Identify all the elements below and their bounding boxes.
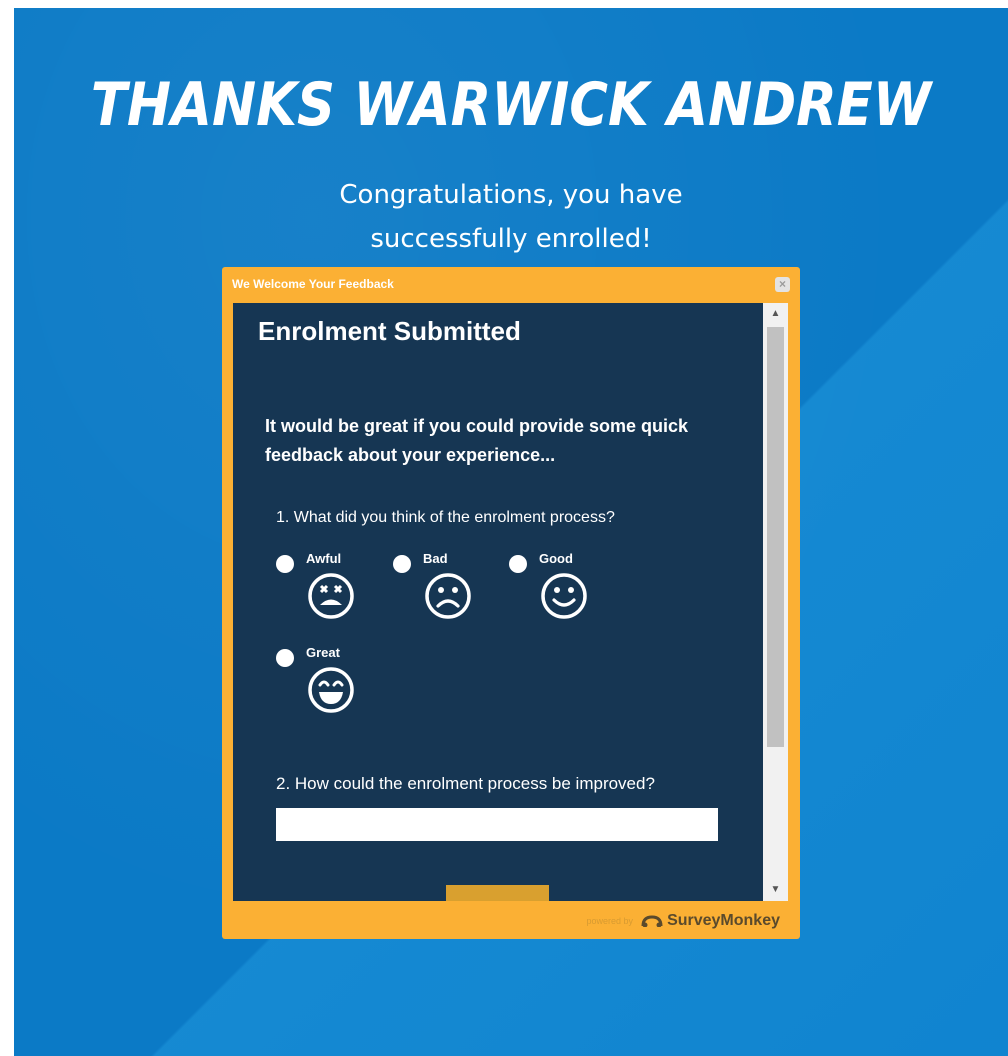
page-subtitle: Congratulations, you have successfully e… (14, 173, 1008, 261)
scroll-up-arrow-icon[interactable]: ▲ (763, 303, 788, 325)
option-great-label: Great (306, 645, 340, 660)
close-icon[interactable]: × (775, 277, 790, 292)
intro-text: It would be great if you could provide s… (265, 416, 689, 465)
question-1-label: 1. What did you think of the enrolment p… (276, 509, 615, 526)
page-background: THANKS WARWICK ANDREW Congratulations, y… (14, 8, 1008, 1056)
subtitle-line-1: Congratulations, you have (339, 180, 683, 210)
radio-bad[interactable] (393, 555, 411, 573)
radio-good[interactable] (509, 555, 527, 573)
laughing-face-icon[interactable] (306, 665, 356, 715)
feedback-widget: We Welcome Your Feedback × Enrolment Sub… (222, 267, 800, 939)
panel-title: Enrolment Submitted (258, 316, 521, 346)
powered-by-text: powered by (586, 916, 634, 926)
scroll-down-arrow-icon[interactable]: ▼ (763, 879, 788, 901)
sad-face-icon[interactable] (423, 571, 473, 621)
question-2-label: 2. How could the enrolment process be im… (276, 774, 655, 793)
dizzy-face-icon[interactable] (306, 571, 356, 621)
survey-panel: Enrolment Submitted It would be great if… (233, 303, 788, 901)
radio-awful[interactable] (276, 555, 294, 573)
surveymonkey-brand: SurveyMonkey (667, 912, 780, 929)
subtitle-line-2: successfully enrolled! (370, 224, 652, 254)
scroll-thumb[interactable] (767, 327, 784, 747)
improvement-input[interactable] (276, 808, 718, 841)
option-good-label: Good (539, 551, 573, 566)
smile-face-icon[interactable] (539, 571, 589, 621)
widget-footer: powered by SurveyMonkey (587, 910, 780, 932)
surveymonkey-icon (641, 915, 663, 927)
widget-title: We Welcome Your Feedback (232, 277, 394, 291)
surveymonkey-logo[interactable]: SurveyMonkey (641, 912, 780, 930)
option-bad-label: Bad (423, 551, 448, 566)
page-headline: THANKS WARWICK ANDREW (90, 70, 932, 140)
submit-button[interactable] (446, 885, 549, 901)
scrollbar[interactable]: ▲ ▼ (763, 303, 788, 901)
radio-great[interactable] (276, 649, 294, 667)
option-awful-label: Awful (306, 551, 342, 566)
